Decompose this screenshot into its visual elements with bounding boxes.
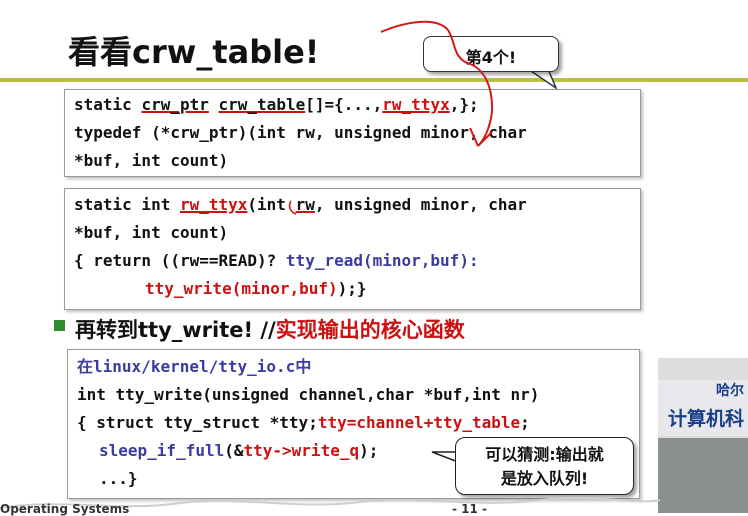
footer-course: Operating Systems (0, 502, 130, 516)
slide-footer: Operating Systems - 11 - (0, 500, 748, 516)
handwritten-annotation (0, 20, 661, 509)
footer-page-number: - 11 - (452, 502, 488, 516)
